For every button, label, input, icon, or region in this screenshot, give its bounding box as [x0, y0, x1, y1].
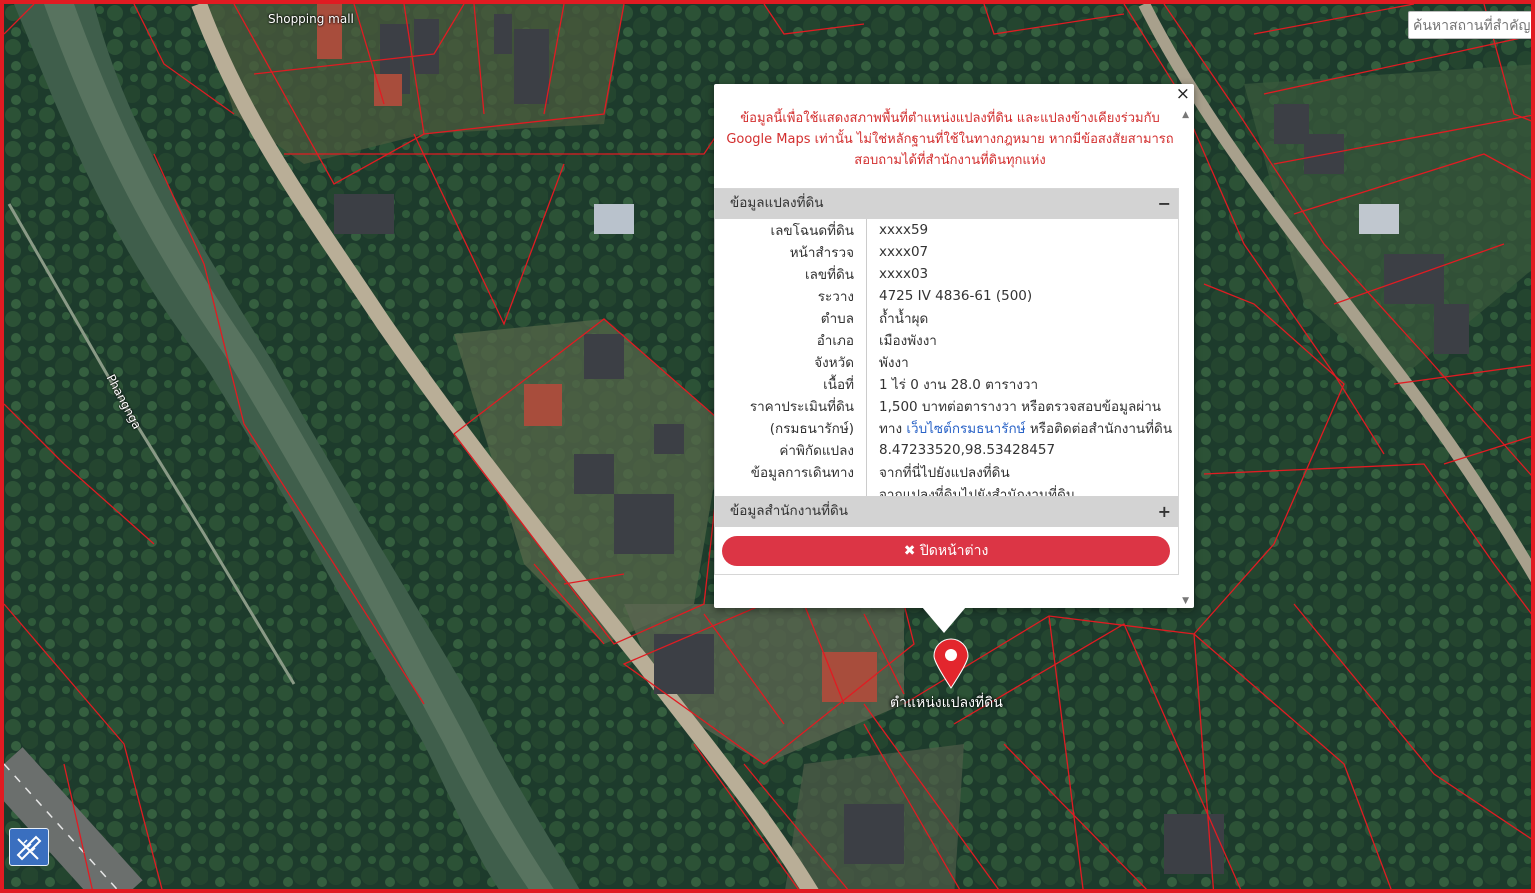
close-button-label: ปิดหน้าต่าง — [919, 543, 989, 559]
scroll-down-icon[interactable]: ▼ — [1182, 596, 1189, 606]
price-text: 1,500 บาทต่อตารางวา หรือตรวจสอบข้อมูลผ่า… — [879, 399, 1161, 415]
table-row: จังหวัด พังงา — [714, 351, 1179, 373]
table-row: หน้าสำรวจ xxxx07 — [714, 241, 1179, 263]
search-input[interactable] — [1408, 11, 1531, 39]
row-label: ข้อมูลการเดินทาง — [714, 461, 867, 483]
row-label: เลขที่ดิน — [714, 263, 867, 285]
table-row: เลขที่ดิน xxxx03 — [714, 263, 1179, 285]
row-label: จังหวัด — [714, 351, 867, 373]
section-land-office-title: ข้อมูลสำนักงานที่ดิน — [730, 503, 849, 519]
table-row: อำเภอ เมืองพังงา — [714, 329, 1179, 351]
disclaimer-text: ข้อมูลนี้เพื่อใช้แสดงสภาพพื้นที่ตำแหน่งแ… — [726, 111, 1174, 168]
table-row: ราคาประเมินที่ดิน 1,500 บาทต่อตารางวา หรื… — [714, 395, 1179, 417]
district: เมืองพังงา — [879, 333, 937, 349]
table-row: (กรมธนารักษ์) ทาง เว็บไซต์กรมธนารักษ์ หร… — [714, 417, 1179, 439]
close-window-button[interactable]: ✖ ปิดหน้าต่าง — [722, 536, 1170, 566]
row-label: ค่าพิกัดแปลง — [714, 439, 867, 461]
popup-tail — [922, 607, 966, 633]
table-row: ค่าพิกัดแปลง 8.47233520,98.53428457 — [714, 439, 1179, 461]
close-icon[interactable]: × — [1176, 84, 1190, 104]
parcel-info-table: เลขโฉนดที่ดิน xxxx59 หน้าสำรวจ xxxx07 เลขท… — [714, 219, 1179, 505]
coordinates-link[interactable]: 8.47233520,98.53428457 — [867, 439, 1180, 461]
row-label: เนื้อที่ — [714, 373, 867, 395]
province: พังงา — [879, 355, 909, 371]
directions-to-parcel-link[interactable]: จากที่นี่ไปยังแปลงที่ดิน — [867, 461, 1180, 483]
row-label: ระวาง — [714, 285, 867, 307]
collapse-icon[interactable]: − — [1158, 188, 1171, 219]
section-parcel-info-title: ข้อมูลแปลงที่ดิน — [730, 195, 824, 211]
treasury-website-link[interactable]: เว็บไซต์กรมธนารักษ์ — [906, 421, 1025, 437]
row-label: (กรมธนารักษ์) — [714, 417, 867, 439]
table-row: เลขโฉนดที่ดิน xxxx59 — [714, 219, 1179, 241]
deed-number: xxxx59 — [879, 222, 929, 238]
row-label: อำเภอ — [714, 329, 867, 351]
section-parcel-info-header[interactable]: ข้อมูลแปลงที่ดิน − — [714, 188, 1179, 219]
scroll-up-icon[interactable]: ▲ — [1182, 110, 1189, 120]
table-row: ข้อมูลการเดินทาง จากที่นี่ไปยังแปลงที่ดิน — [714, 461, 1179, 483]
land-number: xxxx03 — [879, 266, 929, 282]
parcel-info-popup: × ▲ ข้อมูลนี้เพื่อใช้แสดงสภาพพื้นที่ตำแห… — [714, 84, 1194, 608]
table-row: ระวาง 4725 IV 4836-61 (500) — [714, 285, 1179, 307]
table-row: ตำบล ถ้ำน้ำผุด — [714, 307, 1179, 329]
row-label: ราคาประเมินที่ดิน — [714, 395, 867, 417]
row-label: ตำบล — [714, 307, 867, 329]
row-label: หน้าสำรวจ — [714, 241, 867, 263]
measure-tool-button[interactable] — [9, 828, 49, 866]
table-row: เนื้อที่ 1 ไร่ 0 งาน 28.0 ตารางวา — [714, 373, 1179, 395]
price-text-2: ทาง เว็บไซต์กรมธนารักษ์ หรือติดต่อสำนักง… — [867, 417, 1180, 439]
ruler-pencil-icon — [16, 835, 42, 861]
pin-label: ตำแหน่งแปลงที่ดิน — [890, 695, 1003, 711]
close-button-icon: ✖ — [903, 543, 916, 559]
map-sheet: 4725 IV 4836-61 (500) — [879, 288, 1033, 304]
row-label: เลขโฉนดที่ดิน — [714, 219, 867, 241]
subdistrict: ถ้ำน้ำผุด — [879, 311, 929, 327]
survey-page: xxxx07 — [879, 244, 929, 260]
section-land-office-header[interactable]: ข้อมูลสำนักงานที่ดิน + — [714, 496, 1179, 527]
price-text-suffix: หรือติดต่อสำนักงานที่ดิน — [1029, 421, 1173, 437]
area: 1 ไร่ 0 งาน 28.0 ตารางวา — [879, 377, 1039, 393]
poi-label: Shopping mall — [268, 12, 354, 26]
price-text-prefix: ทาง — [879, 421, 903, 437]
expand-icon[interactable]: + — [1158, 496, 1171, 527]
